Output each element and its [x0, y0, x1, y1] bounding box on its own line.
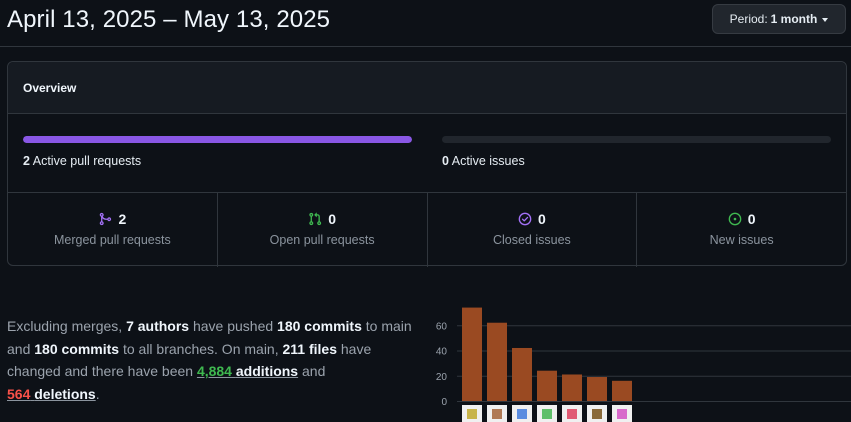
chart-bar[interactable] — [487, 322, 507, 401]
author-avatar-pattern — [517, 409, 527, 419]
chart-bar[interactable] — [612, 380, 632, 401]
chart-bar[interactable] — [587, 377, 607, 401]
commits-all-count: 180 commits — [34, 340, 120, 357]
files-changed-count: 211 files — [282, 340, 338, 357]
open-pr-icon — [308, 212, 322, 226]
stat-merged-prs-value: 2 — [118, 211, 127, 227]
active-issues-progress[interactable] — [442, 136, 831, 143]
active-pr-summary[interactable]: 2 Active pull requests — [23, 154, 141, 168]
active-pr-count: 2 — [23, 154, 30, 168]
commit-summary: Excluding merges, 7 authors have pushed … — [7, 315, 417, 405]
chart-y-tick-label: 40 — [436, 347, 448, 358]
chart-y-tick-label: 60 — [436, 321, 448, 332]
active-pr-progress-fill — [23, 136, 412, 143]
authors-count: 7 authors — [126, 318, 190, 334]
period-select-button[interactable]: Period: 1 month — [712, 4, 846, 34]
chart-y-tick-label: 0 — [441, 397, 447, 408]
overview-panel: Overview 2 Active pull requests 0 Active… — [7, 61, 847, 267]
stat-closed-issues-value: 0 — [537, 211, 546, 227]
stat-new-issues[interactable]: 0 New issues — [637, 193, 846, 267]
stat-merged-prs[interactable]: 2 Merged pull requests — [8, 193, 218, 267]
overview-title: Overview — [23, 81, 77, 95]
summary-text: and — [298, 363, 326, 379]
overview-stats: 2 Merged pull requests 0 Open pull reque… — [8, 192, 846, 267]
stat-new-issues-value: 0 — [747, 211, 756, 227]
stat-new-issues-label: New issues — [709, 233, 774, 247]
active-issues-label: Active issues — [451, 154, 525, 168]
author-avatar-pattern — [617, 409, 627, 419]
summary-text: . — [95, 385, 100, 402]
stat-closed-issues[interactable]: 0 Closed issues — [428, 193, 638, 267]
stat-merged-prs-label: Merged pull requests — [54, 233, 171, 247]
period-label: Period: — [729, 12, 768, 26]
stat-closed-issues-label: Closed issues — [492, 233, 571, 247]
active-pr-label: Active pull requests — [32, 154, 142, 168]
additions-count[interactable]: 4,884 — [197, 363, 232, 379]
period-value: 1 month — [770, 12, 818, 26]
page-header: April 13, 2025 – May 13, 2025 Period: 1 … — [0, 0, 851, 47]
chart-bar[interactable] — [562, 374, 582, 401]
new-issue-icon — [728, 212, 742, 226]
merged-pr-icon — [98, 212, 112, 226]
stat-open-prs-value: 0 — [328, 211, 337, 227]
contributors-bar-chart: 0 20 40 60 — [436, 307, 851, 422]
overview-header — [8, 62, 846, 114]
active-pr-progress[interactable] — [23, 136, 412, 143]
author-avatar-pattern — [592, 409, 602, 419]
date-range-title: April 13, 2025 – May 13, 2025 — [7, 6, 331, 33]
author-avatar-pattern — [542, 409, 552, 419]
summary-text: to all branches. On main, — [119, 340, 283, 357]
stat-open-prs[interactable]: 0 Open pull requests — [218, 193, 428, 267]
chart-bar[interactable] — [512, 347, 532, 401]
chart-bar[interactable] — [537, 370, 557, 401]
active-issues-count: 0 — [442, 154, 449, 168]
chart-y-tick-label: 20 — [436, 372, 448, 383]
deletions-label[interactable]: deletions — [34, 386, 95, 402]
stat-open-prs-label: Open pull requests — [269, 233, 375, 247]
caret-down-icon — [822, 18, 829, 22]
additions-label[interactable]: additions — [236, 363, 298, 379]
summary-text: Excluding merges, — [7, 318, 127, 334]
closed-issue-icon — [518, 212, 532, 226]
deletions-count[interactable]: 564 — [7, 386, 30, 402]
active-issues-summary[interactable]: 0 Active issues — [442, 154, 525, 168]
author-avatar-pattern — [567, 409, 577, 419]
chart-bar[interactable] — [462, 307, 482, 401]
commits-main-count: 180 commits — [277, 318, 362, 334]
author-avatar-pattern — [467, 409, 477, 419]
author-avatar-pattern — [492, 409, 502, 419]
contributors-chart: 0 20 40 60 — [425, 300, 851, 422]
summary-text: have pushed — [189, 318, 278, 334]
